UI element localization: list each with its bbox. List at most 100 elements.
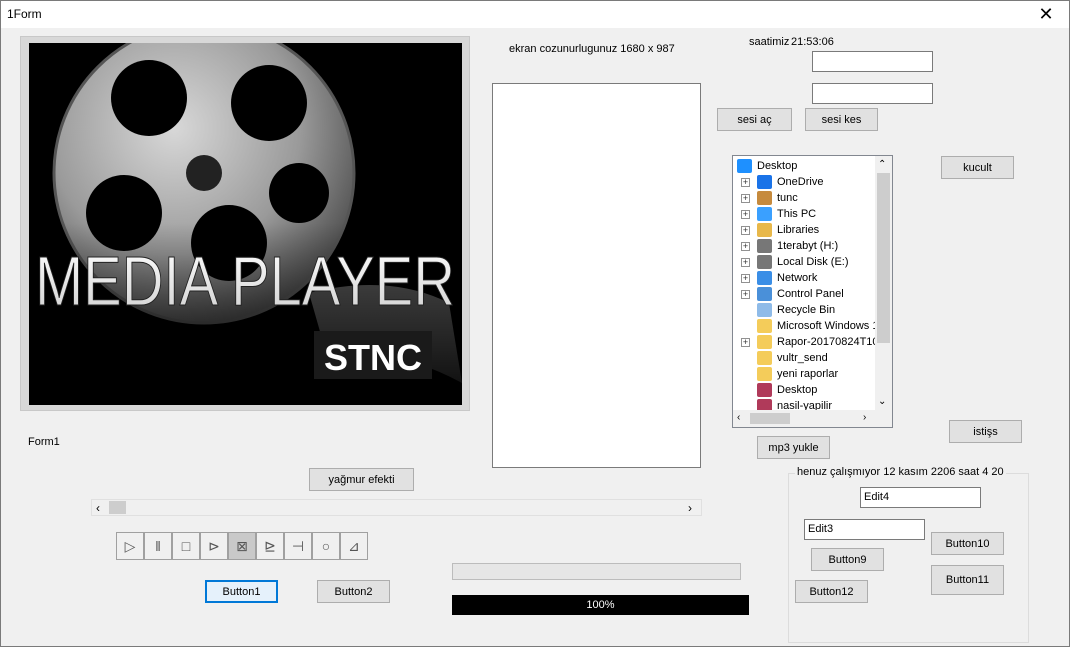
sesi-kes-button[interactable]: sesi kes: [805, 108, 878, 131]
logo-subtitle: STNC: [324, 337, 422, 378]
scroll-up-icon[interactable]: ⌃: [878, 159, 886, 170]
groupbox-legend: henuz çalışmıyor 12 kasım 2206 saat 4 20: [795, 466, 1006, 478]
main-window: 1Form ✕ MEDIA PLAYER STNC ekran cozunurl…: [0, 0, 1070, 647]
resolution-label: ekran cozunurlugunuz 1680 x 987: [509, 43, 675, 55]
tree-item[interactable]: + Local Disk (E:): [733, 254, 875, 270]
tree-horizontal-scrollbar[interactable]: ‹ ›: [733, 410, 892, 427]
edit4-field[interactable]: Edit4: [860, 487, 981, 508]
eject-icon[interactable]: ⊣: [284, 532, 312, 560]
control-panel-icon: [757, 287, 772, 301]
tree-item-label: OneDrive: [777, 176, 824, 188]
tree-item[interactable]: Desktop: [733, 158, 875, 174]
tree-item[interactable]: vultr_send: [733, 350, 875, 366]
button11[interactable]: Button11: [931, 565, 1004, 595]
tree-item[interactable]: + Network: [733, 270, 875, 286]
back-icon[interactable]: ⊠: [228, 532, 256, 560]
tree-item-label: Recycle Bin: [777, 304, 836, 316]
drive-icon: [757, 239, 772, 253]
close-icon[interactable]: ✕: [1023, 1, 1069, 28]
tree-item[interactable]: Microsoft Windows 1: [733, 318, 879, 334]
scroll-left-icon[interactable]: ‹: [96, 501, 100, 515]
tree-item-label: Local Disk (E:): [777, 256, 849, 268]
tree-item-label: Control Panel: [777, 288, 844, 300]
tree-item-label: Microsoft Windows 1: [777, 320, 879, 332]
button12[interactable]: Button12: [795, 580, 868, 603]
tree-item-label: yeni raporlar: [777, 368, 839, 380]
clock-time-label: 21:53:06: [791, 36, 834, 48]
position-thumb[interactable]: [109, 501, 126, 514]
window-title: 1Form: [7, 7, 42, 21]
tree-item-label: vultr_send: [777, 352, 828, 364]
eject2-icon[interactable]: ⊿: [340, 532, 368, 560]
tree-item[interactable]: + Control Panel: [733, 286, 875, 302]
edit-top-1[interactable]: [812, 51, 933, 72]
tree-item[interactable]: + This PC: [733, 206, 875, 222]
tree-item[interactable]: yeni raporlar: [733, 366, 875, 382]
title-bar: 1Form ✕: [1, 1, 1069, 28]
desktop-icon: [737, 159, 752, 173]
expand-icon[interactable]: +: [741, 258, 750, 267]
scroll-right-icon[interactable]: ›: [863, 412, 866, 423]
folder-icon: [757, 319, 772, 333]
tree-item-label: 1terabyt (H:): [777, 240, 839, 252]
media-player-logo: MEDIA PLAYER STNC: [29, 43, 462, 405]
play-icon[interactable]: ▷: [116, 532, 144, 560]
button9[interactable]: Button9: [811, 548, 884, 571]
sesi-ac-button[interactable]: sesi aç: [717, 108, 792, 131]
button10[interactable]: Button10: [931, 532, 1004, 555]
clock-prefix-label: saatimiz: [749, 36, 790, 48]
edit3-field[interactable]: Edit3: [804, 519, 925, 540]
tree-item[interactable]: Recycle Bin: [733, 302, 875, 318]
folder-tree[interactable]: Desktop + OneDrive + tunc + This PC + Libraries +…: [732, 155, 893, 428]
position-scrollbar[interactable]: ‹ ›: [91, 499, 702, 516]
computer-icon: [757, 207, 772, 221]
drive-icon: [757, 255, 772, 269]
expand-icon[interactable]: +: [741, 178, 750, 187]
record-icon[interactable]: ○: [312, 532, 340, 560]
archive-icon: [757, 383, 772, 397]
memo-panel[interactable]: [492, 83, 701, 468]
media-player-image-frame: MEDIA PLAYER STNC: [20, 36, 470, 411]
yagmur-efekti-button[interactable]: yağmur efekti: [309, 468, 414, 491]
progress-value: 100%: [586, 599, 615, 611]
tree-item-label: This PC: [777, 208, 817, 220]
expand-icon[interactable]: +: [741, 242, 750, 251]
mp3-yukle-button[interactable]: mp3 yukle: [757, 436, 830, 459]
tree-item[interactable]: + tunc: [733, 190, 875, 206]
film-reel-icon: MEDIA PLAYER STNC: [29, 43, 462, 405]
edit-top-2[interactable]: [812, 83, 933, 104]
button2[interactable]: Button2: [317, 580, 390, 603]
h-scroll-thumb[interactable]: [750, 413, 790, 424]
tree-vertical-scrollbar[interactable]: ⌃ ⌄: [875, 156, 892, 412]
scroll-left-icon[interactable]: ‹: [737, 412, 740, 423]
folder-icon: [757, 351, 772, 365]
expand-icon[interactable]: +: [741, 226, 750, 235]
empty-progress-bar: [452, 563, 741, 580]
tree-item[interactable]: + OneDrive: [733, 174, 875, 190]
cloud-icon: [757, 175, 772, 189]
istisis-button[interactable]: istişs: [949, 420, 1022, 443]
folder-icon: [757, 367, 772, 381]
expand-icon[interactable]: +: [741, 194, 750, 203]
logo-title: MEDIA PLAYER: [35, 242, 455, 320]
expand-icon[interactable]: +: [741, 210, 750, 219]
tree-item[interactable]: + Rapor-20170824T10: [733, 334, 879, 350]
expand-icon[interactable]: +: [741, 274, 750, 283]
volume-progress-bar: 100%: [452, 595, 749, 615]
expand-icon[interactable]: +: [741, 338, 750, 347]
step-icon[interactable]: ⊵: [256, 532, 284, 560]
tree-item[interactable]: +1terabyt (H:): [733, 238, 875, 254]
stop-icon[interactable]: □: [172, 532, 200, 560]
user-icon: [757, 191, 772, 205]
scroll-thumb[interactable]: [877, 173, 890, 343]
tree-item[interactable]: + Libraries: [733, 222, 875, 238]
button1[interactable]: Button1: [205, 580, 278, 603]
tree-item[interactable]: Desktop: [733, 382, 875, 398]
form1-label: Form1: [28, 436, 60, 448]
scroll-right-icon[interactable]: ›: [688, 501, 692, 515]
next-icon[interactable]: ⊳: [200, 532, 228, 560]
kucult-button[interactable]: kucult: [941, 156, 1014, 179]
expand-icon[interactable]: +: [741, 290, 750, 299]
scroll-down-icon[interactable]: ⌄: [878, 396, 886, 407]
pause-icon[interactable]: ‖: [144, 532, 172, 560]
